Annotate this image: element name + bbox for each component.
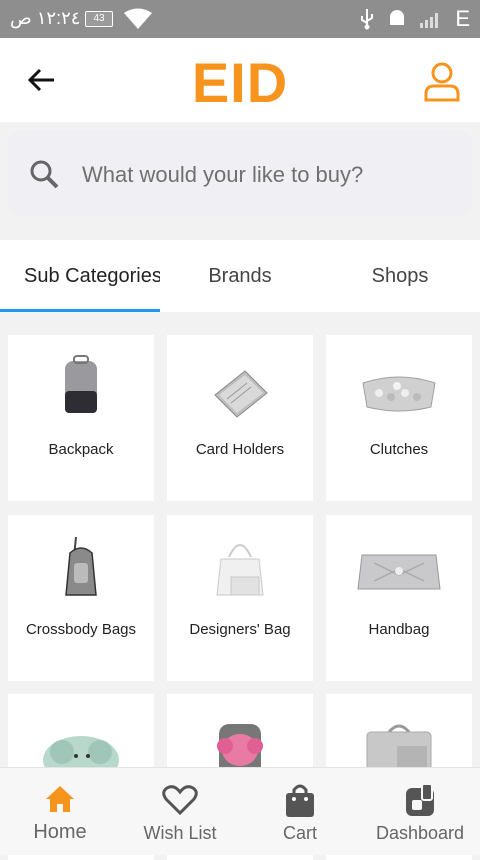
nav-wish-list[interactable]: Wish List <box>120 768 240 855</box>
designer-bag-image <box>216 544 264 596</box>
category-card-designers-bag[interactable]: Designers' Bag <box>167 515 313 681</box>
category-card-crossbody-bags[interactable]: Crossbody Bags <box>8 515 154 681</box>
android-icon <box>390 10 405 25</box>
category-label: Backpack <box>48 441 114 458</box>
usb-icon <box>361 9 374 30</box>
shopping-bag-icon <box>286 784 314 817</box>
wifi-icon <box>124 8 152 29</box>
category-card-clutches[interactable]: Clutches <box>326 335 472 501</box>
home-icon <box>46 786 74 812</box>
app-bar: EID <box>0 38 480 122</box>
signal-icon <box>420 13 439 28</box>
crossbody-bag-image <box>65 536 97 596</box>
category-card-handbag[interactable]: Handbag <box>326 515 472 681</box>
tab-sub-categories[interactable]: Sub Categories <box>0 240 160 312</box>
network-type: E <box>455 6 470 31</box>
search-icon <box>30 160 59 189</box>
nav-home[interactable]: Home <box>0 768 120 855</box>
nav-label: Dashboard <box>375 823 465 843</box>
category-card-card-holders[interactable]: Card Holders <box>167 335 313 501</box>
category-label: Card Holders <box>195 441 285 458</box>
tab-brands[interactable]: Brands <box>160 240 320 312</box>
nav-label: Wish List <box>143 823 217 843</box>
card-holder-image <box>214 370 268 418</box>
category-label: Clutches <box>369 441 429 458</box>
search-input[interactable] <box>80 158 454 192</box>
app-title: EID <box>191 51 289 114</box>
battery-icon: 43 <box>85 11 113 27</box>
dashboard-icon <box>406 783 434 816</box>
heart-icon <box>162 785 198 816</box>
category-label: Crossbody Bags <box>25 621 137 638</box>
status-bar: ١٢:٢٤ ص 43 E <box>0 0 480 38</box>
nav-cart[interactable]: Cart <box>240 768 360 855</box>
user-profile-icon[interactable] <box>424 62 460 102</box>
handbag-image <box>357 554 441 590</box>
category-label: Designers' Bag <box>189 621 291 638</box>
tab-shops[interactable]: Shops <box>320 240 480 312</box>
search-bar <box>8 130 472 217</box>
tab-bar: Sub Categories Brands Shops <box>0 240 480 312</box>
nav-label: Cart <box>282 823 317 843</box>
nav-label: Home <box>33 821 87 843</box>
nav-dashboard[interactable]: Dashboard <box>360 768 480 855</box>
status-time: ١٢:٢٤ ص <box>10 8 81 28</box>
category-card-backpack[interactable]: Backpack <box>8 335 154 501</box>
clutch-image <box>362 376 436 412</box>
bottom-navigation: Home Wish List Cart Dashboard <box>0 767 480 855</box>
category-label: Handbag <box>368 621 430 638</box>
backpack-image <box>65 355 97 413</box>
